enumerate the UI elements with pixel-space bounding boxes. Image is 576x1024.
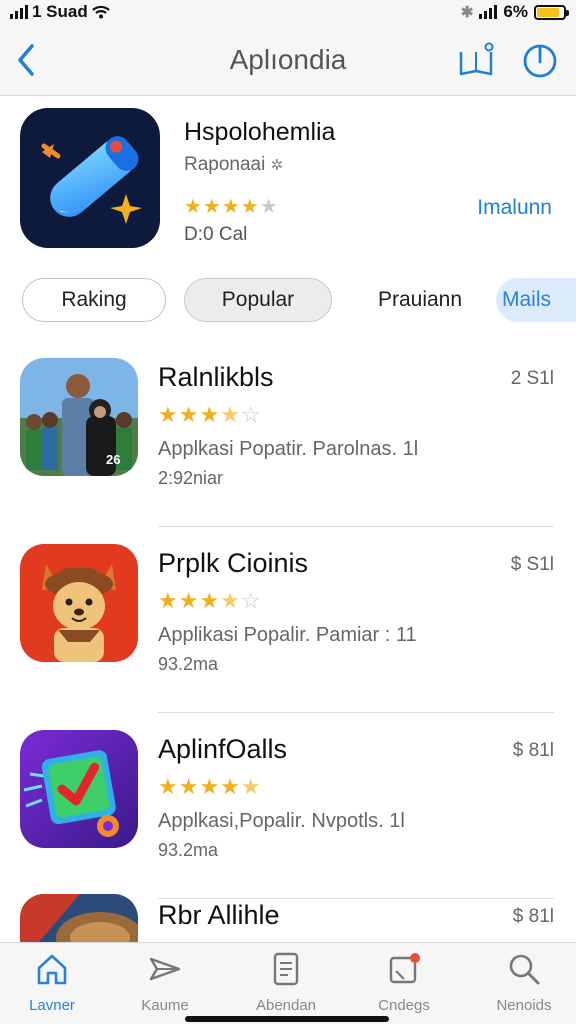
app-description: Applkasi,Popalir. Nvpotls. 1l bbox=[158, 810, 405, 832]
battery-icon bbox=[534, 4, 569, 20]
app-size: 93.2ma bbox=[158, 654, 219, 674]
rocket-app-icon[interactable] bbox=[20, 108, 160, 248]
app-price[interactable]: $ S1l bbox=[511, 554, 554, 576]
fox-character-icon[interactable] bbox=[20, 544, 138, 662]
carrier-name: 1 Suad bbox=[32, 2, 88, 21]
tab-kaume[interactable]: Kaume bbox=[115, 951, 215, 1014]
badge-card-icon bbox=[389, 953, 420, 984]
app-name: Ralnlikbls bbox=[158, 362, 274, 392]
wifi-icon bbox=[92, 5, 110, 19]
app-description: Applkasi Popatir. Parolnas. 1l bbox=[158, 438, 419, 460]
tab-lavner[interactable]: Lavner bbox=[2, 951, 102, 1014]
segment-prauiann[interactable]: Prauiann bbox=[356, 278, 484, 322]
app-price[interactable]: $ 81l bbox=[513, 906, 554, 928]
battery-percent: 6% bbox=[503, 2, 528, 21]
segment-popular[interactable]: Popular bbox=[184, 278, 332, 322]
signal-icon-2 bbox=[479, 5, 498, 19]
search-icon bbox=[509, 954, 540, 985]
star-rating: ★★★★☆ bbox=[158, 402, 262, 427]
svg-text:26: 26 bbox=[106, 452, 120, 467]
app-price[interactable]: 2 S1l bbox=[511, 368, 554, 390]
star-rating: ★★★★★ bbox=[158, 774, 262, 799]
navigation-bar: Aplıondia bbox=[0, 26, 576, 96]
list-item[interactable]: Prplk Cioinis ★★★★☆ Applikasi Popalir. P… bbox=[0, 526, 576, 713]
featured-app-subtitle: Raponaai ✲ bbox=[184, 154, 284, 175]
home-indicator bbox=[185, 1016, 389, 1022]
power-icon[interactable] bbox=[520, 40, 560, 80]
segment-raking[interactable]: Raking bbox=[22, 278, 166, 322]
segment-control: Raking Popular Prauiann Mails bbox=[0, 276, 576, 326]
bluetooth-icon: ✱ bbox=[460, 4, 474, 21]
app-size: 93.2ma bbox=[158, 840, 219, 860]
book-icon[interactable] bbox=[456, 40, 496, 80]
tab-abendan[interactable]: Abendan bbox=[236, 951, 336, 1014]
app-name: Rbr Allihle bbox=[158, 900, 280, 930]
home-icon bbox=[37, 954, 67, 985]
people-photo-icon[interactable]: 26 bbox=[20, 358, 138, 476]
tab-bar: Lavner Kaume Abendan Cndegs Nenoids bbox=[0, 942, 576, 1024]
app-size: 2:92niar bbox=[158, 468, 224, 488]
checkmark-card-icon[interactable] bbox=[20, 730, 138, 848]
document-icon bbox=[273, 952, 299, 986]
star-rating: ★★★★★ bbox=[184, 196, 279, 218]
app-price[interactable]: $ 81l bbox=[513, 740, 554, 762]
signal-icon bbox=[10, 5, 28, 19]
app-name: Prplk Cioinis bbox=[158, 548, 309, 578]
app-description: Applikasi Popalir. Pamiar : 11 bbox=[158, 624, 417, 646]
segment-mails[interactable]: Mails bbox=[496, 278, 576, 322]
featured-app[interactable]: Hspolohemlia Raponaai ✲ ★★★★★ D:0 Cal Im… bbox=[0, 96, 576, 268]
list-item[interactable]: 26 Ralnlikbls ★★★★☆ Applkasi Popatir. Pa… bbox=[0, 340, 576, 527]
list-item[interactable]: AplinfOalls ★★★★★ Applkasi,Popalir. Nvpo… bbox=[0, 712, 576, 899]
settings-icon: ✲ bbox=[270, 157, 284, 174]
status-bar: 1 Suad ✱ 6% bbox=[0, 0, 576, 26]
featured-app-title: Hspolohemlia bbox=[184, 118, 336, 146]
star-rating: ★★★★☆ bbox=[158, 588, 262, 613]
app-name: AplinfOalls bbox=[158, 734, 288, 764]
tab-cndegs[interactable]: Cndegs bbox=[354, 951, 454, 1014]
featured-action-link[interactable]: Imalunn bbox=[477, 196, 552, 220]
send-icon bbox=[149, 957, 181, 981]
featured-app-meta: D:0 Cal bbox=[184, 224, 248, 245]
tab-nenoids[interactable]: Nenoids bbox=[474, 951, 574, 1014]
